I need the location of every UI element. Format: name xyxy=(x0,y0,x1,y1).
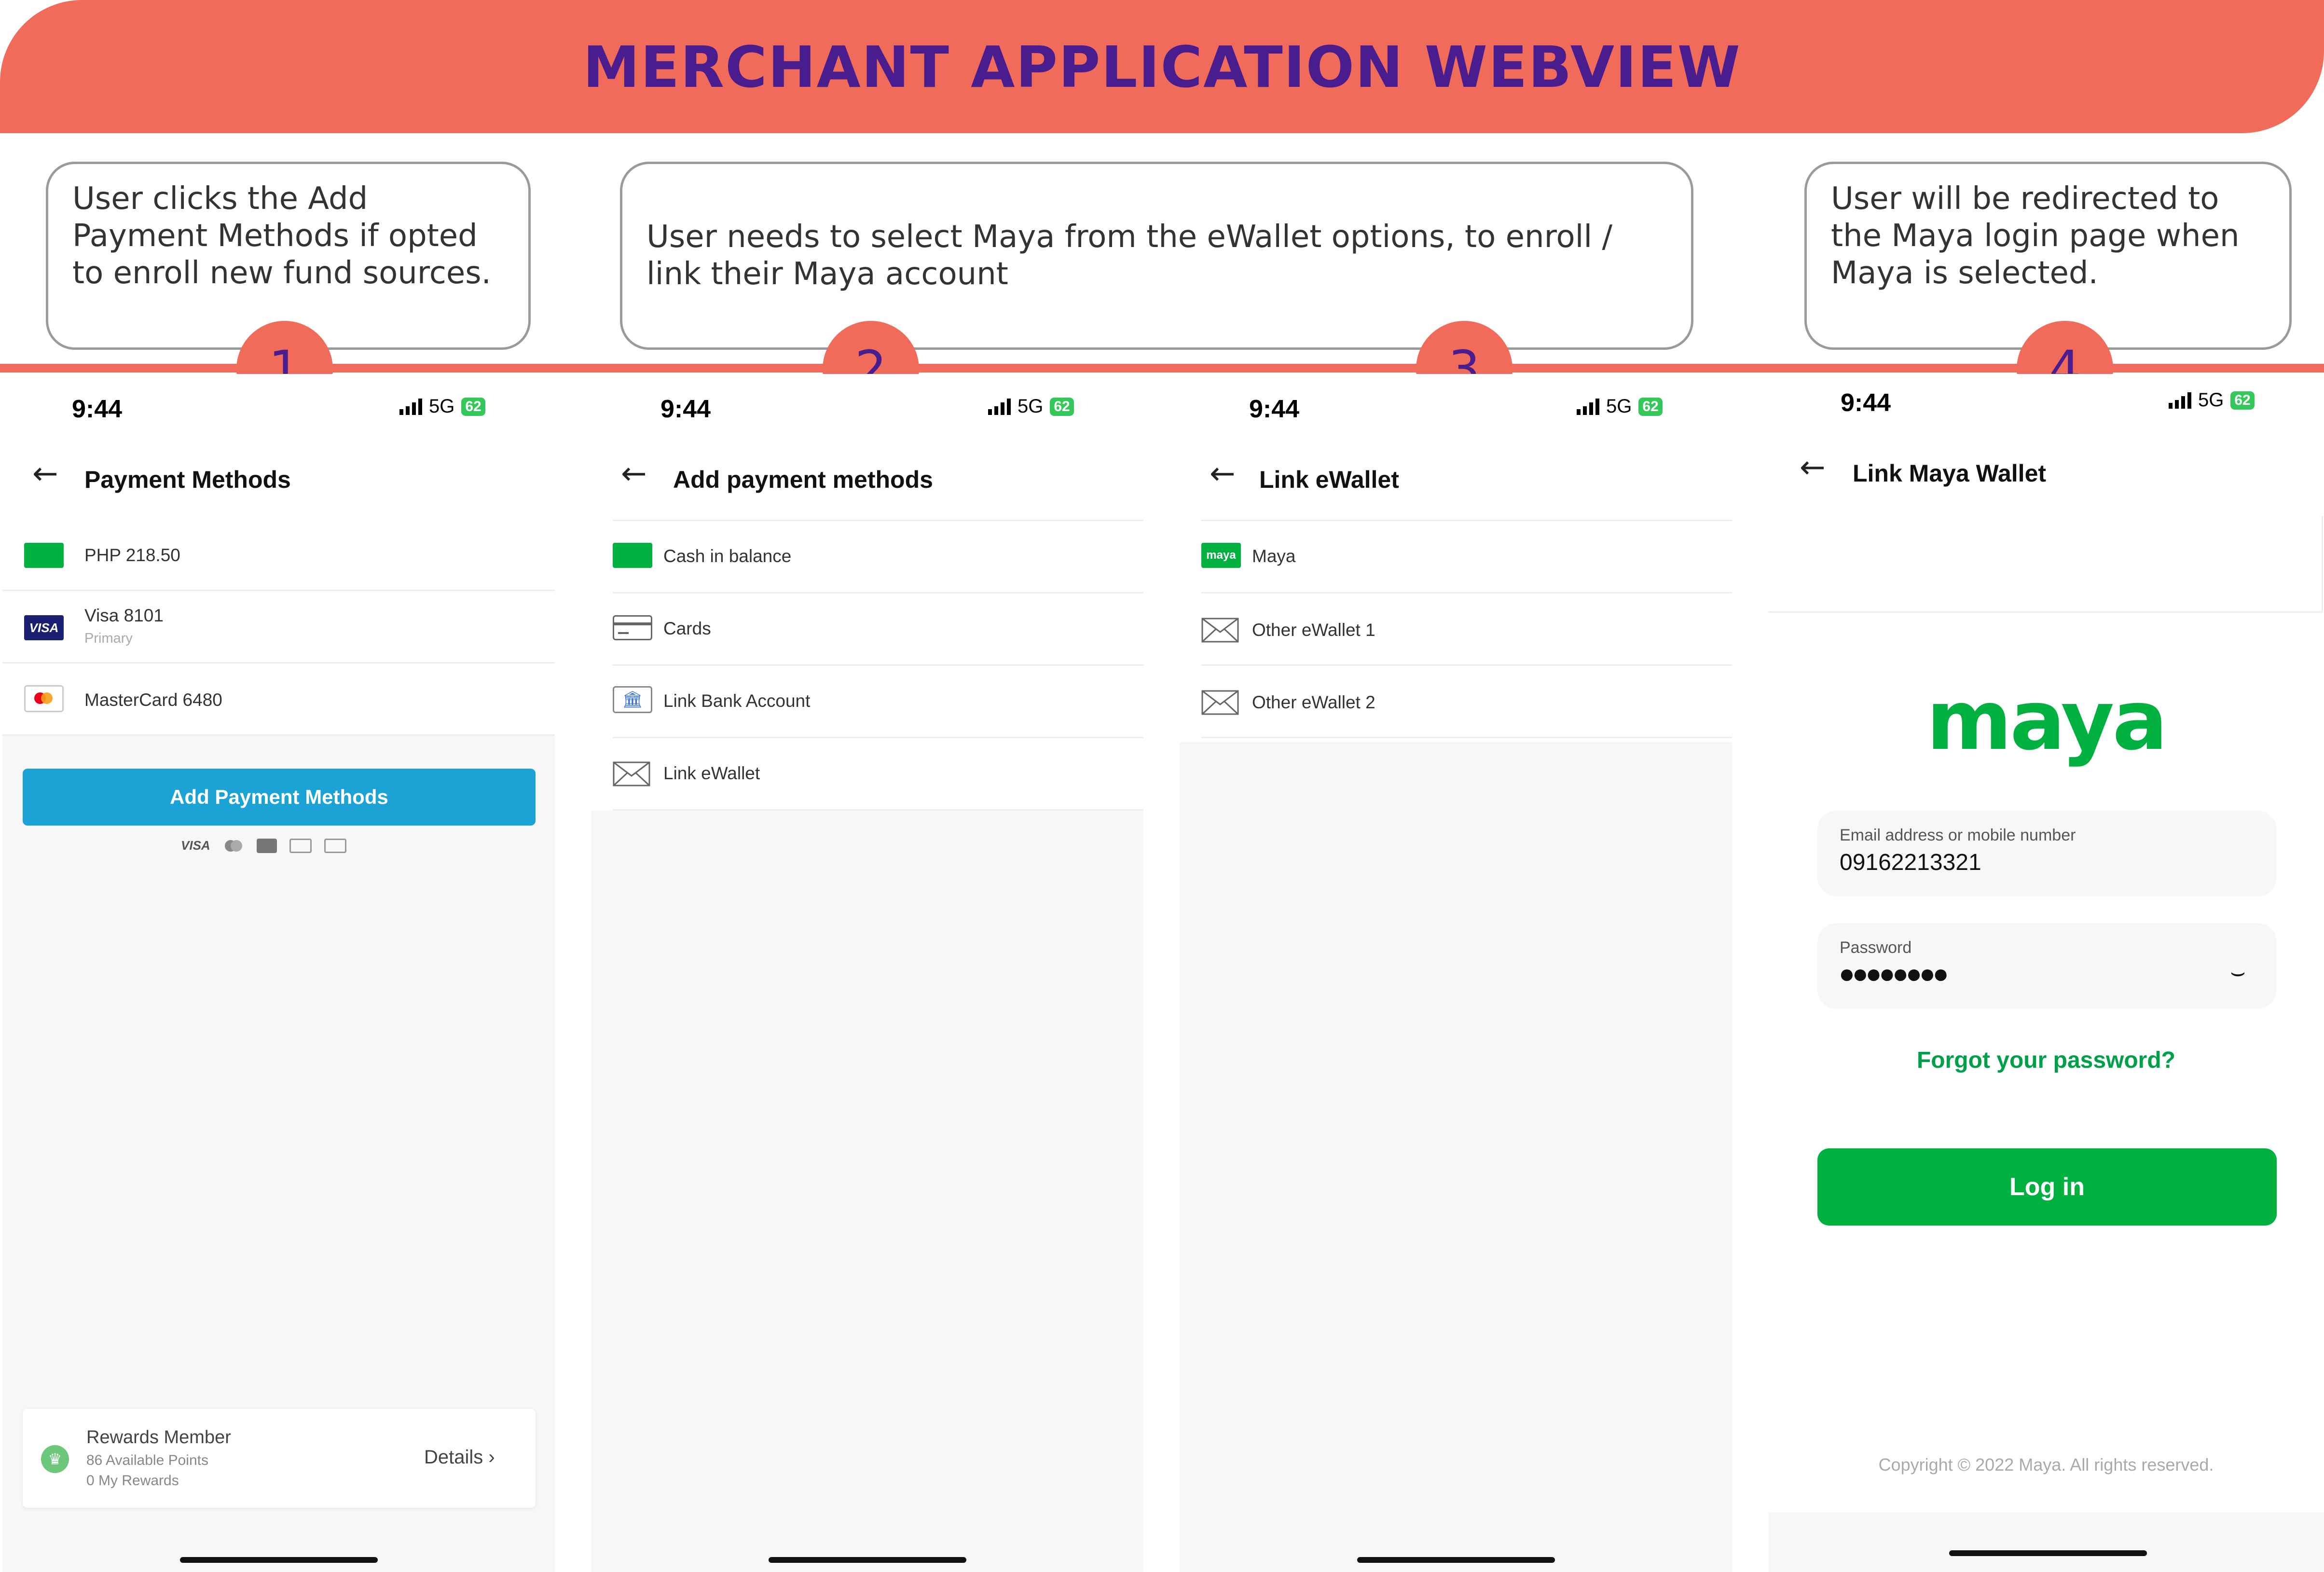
ewallet-option-maya[interactable]: maya Maya xyxy=(1201,521,1732,593)
status-bar-icons: 5G 62 xyxy=(399,396,485,417)
envelope-icon xyxy=(1201,690,1239,715)
email-label: Email address or mobile number xyxy=(1840,826,2076,844)
crown-icon: ♛ xyxy=(41,1445,69,1473)
option-label: Cards xyxy=(663,619,711,638)
screen-add-payment-methods: 9:44 5G 62 ← Add payment methods Cash in… xyxy=(591,374,1143,1572)
ewallet-label: Other eWallet 2 xyxy=(1252,692,1375,712)
home-indicator xyxy=(1357,1557,1555,1563)
payment-method-row[interactable]: VISA Visa 8101 Primary xyxy=(2,591,555,663)
status-time: 9:44 xyxy=(660,395,711,423)
screen-title: Link Maya Wallet xyxy=(1853,460,2047,487)
rewards-title: Rewards Member xyxy=(86,1427,231,1448)
ewallet-label: Other eWallet 1 xyxy=(1252,620,1375,640)
copyright-text: Copyright © 2022 Maya. All rights reserv… xyxy=(1878,1455,2214,1475)
network-label: 5G xyxy=(1606,396,1632,417)
back-arrow-icon[interactable]: ← xyxy=(621,456,647,492)
battery-icon: 62 xyxy=(1638,397,1663,416)
forgot-password-link[interactable]: Forgot your password? xyxy=(1768,1047,2324,1074)
wallet-icon xyxy=(24,543,64,568)
option-cards[interactable]: Cards xyxy=(613,593,1143,666)
email-field[interactable]: Email address or mobile number 091622133… xyxy=(1817,811,2277,896)
screen-link-ewallet: 9:44 5G 62 ← Link eWallet maya Maya Othe… xyxy=(1180,374,1732,1572)
ewallet-label: Maya xyxy=(1252,546,1296,566)
option-link-bank-account[interactable]: 🏛 Link Bank Account xyxy=(613,666,1143,738)
option-link-ewallet[interactable]: Link eWallet xyxy=(613,738,1143,811)
callout-step-4: User will be redirected to the Maya logi… xyxy=(1804,162,2292,350)
home-indicator xyxy=(180,1557,378,1563)
status-time: 9:44 xyxy=(72,395,123,423)
screen-title: Payment Methods xyxy=(84,466,291,493)
signal-icon xyxy=(1577,398,1599,415)
details-link[interactable]: Details › xyxy=(424,1447,495,1468)
payment-method-row[interactable]: PHP 218.50 xyxy=(2,519,555,591)
screen-payment-methods: 9:44 5G 62 ← Payment Methods PHP 218.50 … xyxy=(2,374,555,1572)
payment-method-sub: Primary xyxy=(84,631,133,646)
signal-icon xyxy=(399,398,422,415)
accepted-cards: VISA xyxy=(181,838,346,853)
payment-method-label: PHP 218.50 xyxy=(84,545,180,565)
status-bar-icons: 5G 62 xyxy=(988,396,1074,417)
payment-method-row[interactable]: MasterCard 6480 xyxy=(2,663,555,736)
home-indicator xyxy=(769,1557,966,1563)
visa-icon: VISA xyxy=(24,615,64,640)
battery-icon: 62 xyxy=(2230,391,2255,410)
timeline-line xyxy=(0,364,2324,372)
home-indicator xyxy=(1949,1550,2147,1556)
signal-icon xyxy=(2169,392,2191,409)
card-icon xyxy=(613,615,652,640)
mastercard-logo-icon xyxy=(223,839,244,853)
bank-icon: 🏛 xyxy=(613,686,652,713)
network-label: 5G xyxy=(1018,396,1044,417)
callout-text: User clicks the Add Payment Methods if o… xyxy=(72,181,491,291)
rewards-card[interactable]: ♛ Rewards Member 86 Available Points 0 M… xyxy=(23,1409,536,1508)
network-label: 5G xyxy=(2198,389,2224,411)
visa-logo-icon: VISA xyxy=(181,838,210,853)
page-title: MERCHANT APPLICATION WEBVIEW xyxy=(583,34,1741,100)
signal-icon xyxy=(988,398,1011,415)
back-arrow-icon[interactable]: ← xyxy=(1210,456,1236,492)
maya-icon: maya xyxy=(1201,543,1241,568)
screen-title: Link eWallet xyxy=(1259,466,1399,493)
status-bar-icons: 5G 62 xyxy=(1577,396,1663,417)
ewallet-option-other-2[interactable]: Other eWallet 2 xyxy=(1201,666,1732,738)
payment-method-label: Visa 8101 xyxy=(84,606,164,625)
status-time: 9:44 xyxy=(1249,395,1300,423)
password-field[interactable]: Password ●●●●●●●● ⌣ xyxy=(1817,923,2277,1009)
mastercard-icon xyxy=(24,685,64,712)
add-payment-methods-button[interactable]: Add Payment Methods xyxy=(23,769,536,826)
back-arrow-icon[interactable]: ← xyxy=(1800,450,1826,485)
header-divider xyxy=(1768,516,2323,613)
screen-link-maya-wallet: 9:44 5G 62 ← Link Maya Wallet maya Email… xyxy=(1768,374,2324,1572)
login-button[interactable]: Log in xyxy=(1817,1148,2277,1226)
callout-text: User needs to select Maya from the eWall… xyxy=(646,219,1613,292)
option-label: Cash in balance xyxy=(663,546,792,566)
status-bar-icons: 5G 62 xyxy=(2169,389,2255,411)
password-value: ●●●●●●●● xyxy=(1839,958,1949,989)
jcb-logo-icon xyxy=(256,838,277,853)
unionpay-logo-icon xyxy=(289,838,312,853)
option-label: Link eWallet xyxy=(663,763,760,783)
screen-title: Add payment methods xyxy=(673,466,933,493)
maya-logo: maya xyxy=(1926,673,2168,769)
password-label: Password xyxy=(1840,938,1912,957)
rewards-count: 0 My Rewards xyxy=(86,1473,179,1489)
show-password-icon[interactable]: ⌣ xyxy=(2230,958,2246,986)
envelope-icon xyxy=(613,761,650,786)
email-value: 09162213321 xyxy=(1840,850,1981,875)
wallet-icon xyxy=(613,543,652,568)
callout-text: User will be redirected to the Maya logi… xyxy=(1831,181,2240,291)
battery-icon: 62 xyxy=(461,397,485,416)
option-label: Link Bank Account xyxy=(663,691,811,711)
envelope-icon xyxy=(1201,618,1239,643)
rewards-points: 86 Available Points xyxy=(86,1452,208,1468)
ewallet-option-other-1[interactable]: Other eWallet 1 xyxy=(1201,593,1732,666)
battery-icon: 62 xyxy=(1050,397,1074,416)
card-logo-icon xyxy=(324,838,346,853)
payment-method-label: MasterCard 6480 xyxy=(84,690,222,710)
callout-step-2: User needs to select Maya from the eWall… xyxy=(620,162,1693,350)
back-arrow-icon[interactable]: ← xyxy=(32,456,58,492)
network-label: 5G xyxy=(429,396,455,417)
status-time: 9:44 xyxy=(1841,389,1891,417)
option-cash-in-balance[interactable]: Cash in balance xyxy=(613,521,1143,593)
